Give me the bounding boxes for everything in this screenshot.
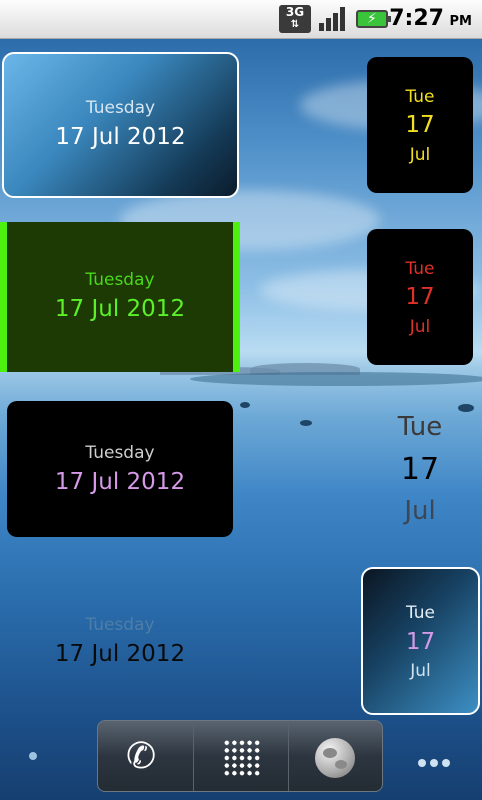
widget-date: 17 Jul 2012 <box>54 641 186 667</box>
date-widget-green[interactable]: Tuesday 17 Jul 2012 <box>0 222 240 372</box>
small-date-widget-yellow[interactable]: Tue 17 Jul <box>367 57 473 193</box>
phone-icon: ✆ <box>126 736 157 777</box>
widget-day: Tuesday <box>85 98 156 118</box>
date-widget-blue[interactable]: Tuesday 17 Jul 2012 <box>2 52 239 198</box>
widget-month: Jul <box>404 496 436 526</box>
3g-icon: 3G ⇅ <box>279 5 311 33</box>
small-date-widget-transparent[interactable]: Tue 17 Jul <box>375 408 465 538</box>
battery-charging-icon: ⚡ <box>356 10 391 28</box>
widget-month: Jul <box>409 317 431 337</box>
status-bar: 3G ⇅ ⚡ 7:27 PM <box>0 0 482 39</box>
widget-day: Tuesday <box>85 615 155 635</box>
small-date-widget-red[interactable]: Tue 17 Jul <box>367 229 473 365</box>
browser-button[interactable] <box>288 721 382 791</box>
browser-globe-icon <box>315 738 355 778</box>
widget-day-number: 17 <box>405 112 435 138</box>
app-drawer-button[interactable] <box>193 721 288 791</box>
widget-month: Jul <box>409 145 431 165</box>
launcher-dock: ✆ <box>97 720 383 792</box>
widget-day: Tue <box>397 412 443 442</box>
widget-date: 17 Jul 2012 <box>55 124 186 150</box>
widget-month: Jul <box>410 661 431 681</box>
widget-date: 17 Jul 2012 <box>54 469 186 495</box>
date-widget-black[interactable]: Tuesday 17 Jul 2012 <box>7 401 233 537</box>
widget-day: Tue <box>405 603 436 623</box>
widget-day-number: 17 <box>405 284 435 310</box>
clock-time: 7:27 <box>389 6 444 31</box>
clock-ampm: PM <box>449 14 472 29</box>
page-indicator-right[interactable] <box>418 752 454 771</box>
status-clock: 7:27 PM <box>389 6 472 31</box>
app-drawer-icon <box>223 739 261 777</box>
page-indicator-left[interactable] <box>29 752 37 760</box>
phone-button[interactable]: ✆ <box>98 721 193 791</box>
widget-day-number: 17 <box>405 629 436 655</box>
widget-day: Tue <box>405 87 435 107</box>
widget-day-number: 17 <box>400 452 440 487</box>
network-label: 3G <box>285 5 305 19</box>
signal-bars-icon <box>317 5 349 33</box>
widget-date: 17 Jul 2012 <box>54 296 186 322</box>
date-widget-transparent[interactable]: Tuesday 17 Jul 2012 <box>0 600 240 680</box>
widget-day: Tue <box>405 259 435 279</box>
widget-day: Tuesday <box>85 443 155 463</box>
small-date-widget-blue[interactable]: Tue 17 Jul <box>361 567 480 715</box>
widget-day: Tuesday <box>85 270 155 290</box>
